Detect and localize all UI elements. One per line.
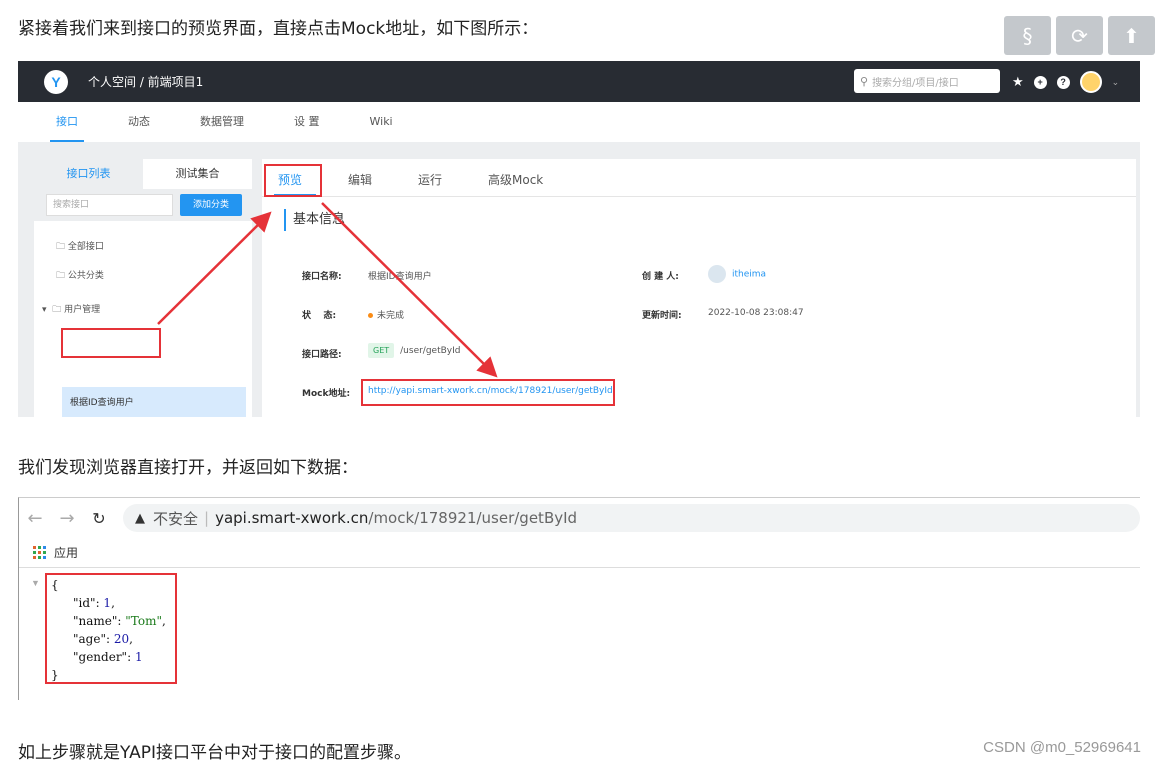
url-path: /mock/178921/user/getById — [368, 509, 578, 527]
back-to-top-icon[interactable]: ⬆ — [1108, 16, 1155, 55]
apps-label[interactable]: 应用 — [54, 544, 78, 561]
url-domain: yapi.smart-xwork.cn — [215, 509, 369, 527]
arrow-to-preview — [157, 211, 272, 325]
article-paragraph-3: 如上步骤就是YAPI接口平台中对于接口的配置步骤。 — [18, 743, 411, 763]
annotation-arrows — [157, 202, 498, 378]
apps-icon[interactable] — [33, 546, 46, 559]
article-paragraph-1: 紧接着我们来到接口的预览界面，直接点击Mock地址，如下图所示： — [18, 19, 539, 39]
arrow-to-mock-url — [321, 202, 498, 378]
address-separator: | — [204, 509, 210, 527]
article-paragraph-2: 我们发现浏览器直接打开，并返回如下数据： — [18, 458, 358, 478]
highlight-json — [45, 573, 177, 684]
section-icon[interactable]: § — [1004, 16, 1051, 55]
collapse-icon[interactable]: ▼ — [31, 578, 40, 588]
address-bar[interactable]: ▲ 不安全 | yapi.smart-xwork.cn/mock/178921/… — [123, 504, 1140, 532]
browser-screenshot: ← → ↻ ▲ 不安全 | yapi.smart-xwork.cn/mock/1… — [18, 497, 1140, 700]
browser-toolbar: ← → ↻ ▲ 不安全 | yapi.smart-xwork.cn/mock/1… — [19, 498, 1140, 538]
reload-icon[interactable]: ↻ — [83, 509, 115, 528]
warning-icon: ▲ — [135, 510, 145, 526]
yapi-screenshot: Y 个人空间 / 前端项目1 ⚲ 搜索分组/项目/接口 ★ + ? ⌄ 接口 动… — [18, 61, 1140, 417]
bookmarks-bar: 应用 — [19, 538, 1140, 568]
back-icon[interactable]: ← — [19, 508, 51, 529]
forward-icon[interactable]: → — [51, 508, 83, 529]
watermark: CSDN @m0_52969641 — [983, 739, 1141, 756]
insecure-label: 不安全 — [153, 509, 199, 528]
refresh-icon[interactable]: ⟳ — [1056, 16, 1103, 55]
floating-toolbar: § ⟳ ⬆ — [1004, 16, 1155, 55]
